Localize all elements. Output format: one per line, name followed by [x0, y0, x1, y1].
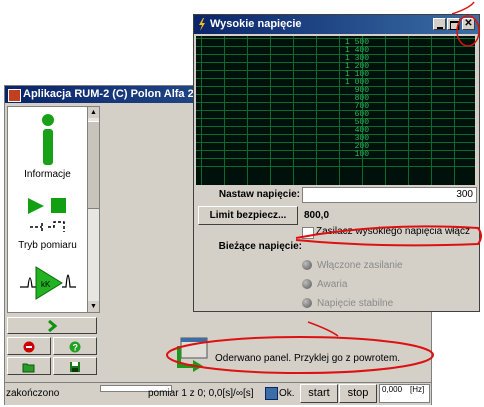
annotation-notice-ellipse	[166, 336, 434, 374]
annotation-close-curve	[451, 1, 475, 15]
annotation-checkbox-ellipse	[295, 225, 482, 247]
annotation-close-circle	[456, 15, 480, 47]
red-annotations	[166, 1, 482, 374]
annotation-notice-tick	[307, 321, 339, 337]
